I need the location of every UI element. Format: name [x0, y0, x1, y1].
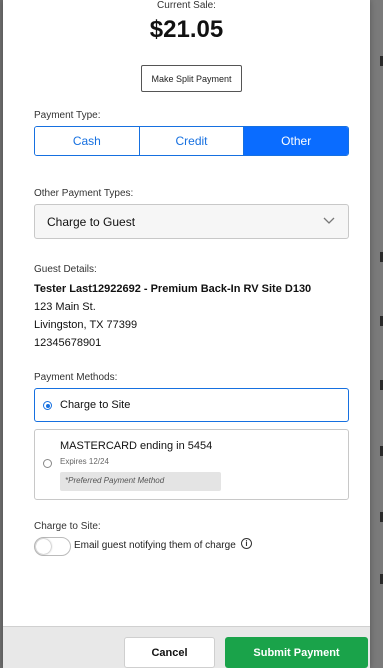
payment-method-card-title: MASTERCARD ending in 5454: [60, 440, 213, 452]
other-payment-types-value: Charge to Guest: [47, 215, 136, 229]
current-sale-label: Current Sale:: [157, 0, 216, 11]
guest-phone: 12345678901: [34, 337, 102, 349]
payment-method-charge-to-site[interactable]: Charge to Site: [34, 388, 349, 422]
make-split-payment-button[interactable]: Make Split Payment: [141, 65, 242, 92]
guest-details-label: Guest Details:: [34, 264, 97, 275]
other-payment-types-select[interactable]: Charge to Guest: [34, 204, 349, 239]
payment-methods-label: Payment Methods:: [34, 372, 118, 383]
other-payment-types-label: Other Payment Types:: [34, 188, 134, 199]
chevron-down-icon: [323, 217, 335, 224]
background-page-strip: [369, 0, 383, 668]
payment-type-label: Payment Type:: [34, 110, 101, 121]
payment-method-site-label: Charge to Site: [60, 399, 131, 411]
payment-method-card-expiry: Expires 12/24: [60, 457, 109, 466]
submit-payment-button[interactable]: Submit Payment: [225, 637, 368, 668]
email-guest-toggle[interactable]: [34, 537, 71, 556]
guest-address-line-2: Livingston, TX 77399: [34, 319, 138, 331]
cancel-button[interactable]: Cancel: [124, 637, 215, 668]
preferred-payment-badge: *Preferred Payment Method: [60, 472, 221, 491]
payment-modal: Current Sale: $21.05 Make Split Payment …: [3, 0, 370, 668]
payment-type-cash-tab[interactable]: Cash: [35, 127, 140, 155]
current-sale-amount: $21.05: [149, 16, 224, 43]
radio-unselected-icon[interactable]: [43, 459, 52, 468]
email-guest-toggle-label: Email guest notifying them of charge: [74, 540, 236, 551]
guest-address-line-1: 123 Main St.: [34, 301, 96, 313]
payment-type-credit-tab[interactable]: Credit: [139, 127, 245, 155]
payment-type-other-tab[interactable]: Other: [244, 127, 348, 155]
charge-to-site-label: Charge to Site:: [34, 521, 101, 532]
payment-method-mastercard[interactable]: MASTERCARD ending in 5454 Expires 12/24 …: [34, 429, 349, 500]
payment-type-segmented-control: Cash Credit Other: [34, 126, 349, 156]
guest-name: Tester Last12922692 - Premium Back-In RV…: [34, 283, 312, 295]
radio-selected-icon[interactable]: [43, 401, 52, 410]
info-icon[interactable]: i: [241, 538, 252, 549]
